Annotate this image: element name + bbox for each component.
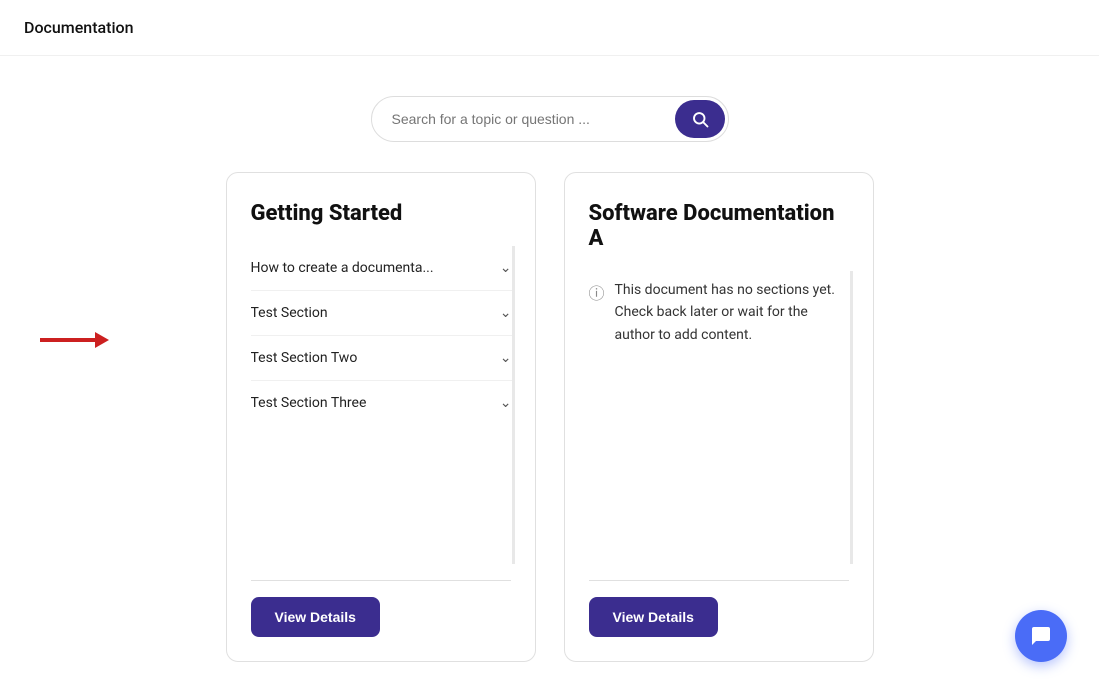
search-container [0, 96, 1099, 142]
view-details-button-soft[interactable]: View Details [589, 597, 718, 637]
section-label: How to create a documenta... [251, 260, 434, 276]
arrow-head [95, 332, 109, 348]
sections-list: How to create a documenta... ⌄ Test Sect… [251, 246, 515, 564]
view-details-button[interactable]: View Details [251, 597, 380, 637]
search-wrapper [371, 96, 729, 142]
list-item[interactable]: Test Section Two ⌄ [251, 336, 512, 381]
empty-message-container: ⓘ This document has no sections yet. Che… [589, 271, 846, 354]
software-doc-title: Software Documentation A [589, 201, 849, 251]
search-icon [691, 110, 709, 128]
nav-title: Documentation [24, 18, 134, 37]
chevron-down-icon: ⌄ [500, 350, 512, 366]
getting-started-title: Getting Started [251, 201, 511, 226]
search-button[interactable] [675, 100, 725, 138]
cards-container: Getting Started How to create a document… [0, 172, 1099, 662]
arrow-indicator [40, 332, 109, 348]
list-item[interactable]: Test Section ⌄ [251, 291, 512, 336]
card-divider [251, 580, 511, 581]
chevron-down-icon: ⌄ [500, 395, 512, 411]
top-navigation: Documentation [0, 0, 1099, 56]
chevron-down-icon: ⌄ [500, 260, 512, 276]
chat-icon [1029, 624, 1053, 648]
info-icon: ⓘ [589, 280, 605, 304]
search-input[interactable] [372, 99, 672, 139]
software-doc-card: Software Documentation A ⓘ This document… [564, 172, 874, 662]
software-doc-scroll-area: ⓘ This document has no sections yet. Che… [589, 271, 853, 564]
chat-button[interactable] [1015, 610, 1067, 662]
empty-message-text: This document has no sections yet. Check… [615, 279, 846, 346]
getting-started-card: Getting Started How to create a document… [226, 172, 536, 662]
list-item[interactable]: Test Section Three ⌄ [251, 381, 512, 425]
card-divider [589, 580, 849, 581]
list-item[interactable]: How to create a documenta... ⌄ [251, 246, 512, 291]
arrow-body [40, 338, 95, 342]
section-label: Test Section Three [251, 395, 367, 411]
section-label: Test Section [251, 305, 328, 321]
chevron-down-icon: ⌄ [500, 305, 512, 321]
section-label: Test Section Two [251, 350, 358, 366]
